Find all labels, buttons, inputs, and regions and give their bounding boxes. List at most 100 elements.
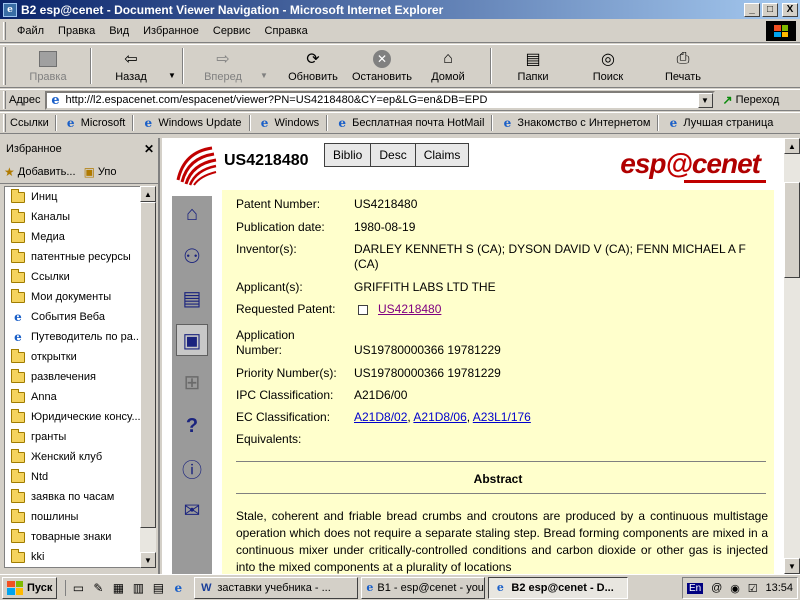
- abstract-title: Abstract: [473, 472, 523, 486]
- favorites-item[interactable]: заявка по часам: [5, 487, 143, 507]
- help-icon[interactable]: ?: [176, 410, 208, 442]
- refresh-button[interactable]: ⟳ Обновить: [282, 46, 344, 86]
- scroll-down-icon[interactable]: ▼: [140, 552, 156, 568]
- favorites-item[interactable]: пошлины: [5, 507, 143, 527]
- menu-help[interactable]: Справка: [258, 25, 315, 37]
- favorites-item[interactable]: Каналы: [5, 207, 143, 227]
- favorites-item[interactable]: патентные ресурсы: [5, 247, 143, 267]
- favorites-item[interactable]: товарные знаки: [5, 527, 143, 547]
- minimize-button[interactable]: _: [744, 2, 760, 17]
- favorites-item[interactable]: открытки: [5, 347, 143, 367]
- title-bar[interactable]: e B2 esp@cenet - Document Viewer Navigat…: [0, 0, 800, 19]
- favorites-item[interactable]: развлечения: [5, 367, 143, 387]
- search-icon: ◎: [601, 51, 615, 68]
- menu-favorites[interactable]: Избранное: [136, 25, 206, 37]
- linksbar-grip[interactable]: [3, 114, 6, 132]
- close-button[interactable]: X: [782, 2, 798, 17]
- content-scrollbar[interactable]: ▲ ▼: [784, 138, 800, 574]
- language-indicator[interactable]: En: [687, 582, 704, 594]
- address-dropdown-icon[interactable]: ▼: [697, 92, 713, 108]
- start-button[interactable]: Пуск: [2, 576, 58, 599]
- tray-icon[interactable]: ◉: [730, 582, 740, 595]
- outlook-icon[interactable]: ✎: [90, 580, 106, 596]
- desktop-icon[interactable]: ▭: [70, 580, 86, 596]
- app-icon[interactable]: ▥: [130, 580, 146, 596]
- menu-view[interactable]: Вид: [102, 25, 136, 37]
- go-button[interactable]: ↗ Переход: [723, 93, 780, 107]
- link-hotmail[interactable]: e Бесплатная почта HotMail: [330, 116, 489, 130]
- tab-claims[interactable]: Claims: [414, 143, 470, 167]
- link-internet-intro[interactable]: e Знакомство с Интернетом: [495, 116, 655, 130]
- document-icon[interactable]: ▤: [176, 282, 208, 314]
- app-icon[interactable]: ▤: [150, 580, 166, 596]
- ie-icon[interactable]: e: [170, 580, 186, 596]
- address-input[interactable]: e http://l2.espacenet.com/espacenet/view…: [44, 90, 715, 110]
- search-button[interactable]: ◎ Поиск: [570, 46, 646, 86]
- favorites-item[interactable]: Юридические консу...: [5, 407, 143, 427]
- forward-button[interactable]: ⇨ Вперед: [188, 46, 258, 86]
- back-button[interactable]: ⇦ Назад: [96, 46, 166, 86]
- stop-button[interactable]: ✕ Остановить: [344, 46, 420, 86]
- requested-patent-checkbox[interactable]: [358, 304, 368, 315]
- favorites-item[interactable]: Женский клуб: [5, 447, 143, 467]
- scroll-up-icon[interactable]: ▲: [784, 138, 800, 154]
- add-favorite-button[interactable]: ★ Добавить...: [4, 165, 76, 179]
- taskbar: Пуск ▭ ✎ ▦ ▥ ▤ e W заставки учебника - .…: [0, 574, 800, 600]
- favorites-item[interactable]: Anna: [5, 387, 143, 407]
- scroll-up-icon[interactable]: ▲: [140, 186, 156, 202]
- favorites-item[interactable]: гранты: [5, 427, 143, 447]
- tray-icon[interactable]: @: [711, 582, 722, 594]
- favorites-item[interactable]: Ntd: [5, 467, 143, 487]
- favorites-item[interactable]: Медиа: [5, 227, 143, 247]
- scroll-down-icon[interactable]: ▼: [784, 558, 800, 574]
- mail-icon[interactable]: ✉: [176, 494, 208, 526]
- home-button[interactable]: ⌂ Домой: [420, 46, 476, 86]
- favorites-item[interactable]: e Путеводитель по ра...: [5, 327, 143, 347]
- forward-dropdown-icon[interactable]: ▼: [258, 71, 270, 80]
- link-best-page[interactable]: e Лучшая страница: [661, 116, 778, 130]
- tab-desc[interactable]: Desc: [370, 143, 415, 167]
- back-dropdown-icon[interactable]: ▼: [166, 71, 178, 80]
- menu-file[interactable]: Файл: [10, 25, 51, 37]
- print-button[interactable]: ⎙ Печать: [646, 46, 720, 86]
- tray-icon[interactable]: ☑: [748, 582, 758, 595]
- task-button[interactable]: W заставки учебника - ...: [194, 576, 359, 599]
- window-title: B2 esp@cenet - Document Viewer Navigatio…: [21, 2, 444, 17]
- maximize-button[interactable]: □: [762, 2, 778, 17]
- save-document-icon[interactable]: ▣: [176, 324, 208, 356]
- toolbar-grip[interactable]: [3, 47, 6, 85]
- ec-link[interactable]: A23L1/176: [473, 410, 531, 424]
- requested-patent-link[interactable]: US4218480: [378, 302, 441, 316]
- menubar-grip[interactable]: [3, 21, 6, 40]
- link-ie-icon: e: [66, 116, 75, 130]
- organize-favorites-button[interactable]: ▣ Упо: [84, 165, 117, 179]
- favorites-item[interactable]: Иниц: [5, 187, 143, 207]
- favorites-item[interactable]: Мои документы: [5, 287, 143, 307]
- task-button-active[interactable]: e B2 esp@cenet - D...: [488, 576, 629, 599]
- favorites-item[interactable]: kki: [5, 547, 143, 567]
- divider: [236, 461, 766, 462]
- favorites-scrollbar[interactable]: ▲ ▼: [140, 186, 156, 568]
- home-icon[interactable]: ⌂: [176, 198, 208, 230]
- ec-link[interactable]: A21D8/02: [354, 410, 407, 424]
- favorites-scroll-thumb[interactable]: [140, 202, 156, 528]
- link-windows-update[interactable]: e Windows Update: [136, 116, 246, 130]
- favorites-item[interactable]: e События Веба: [5, 307, 143, 327]
- addressbar-grip[interactable]: [3, 91, 6, 109]
- info-icon[interactable]: ⓘ: [176, 452, 208, 484]
- folders-button[interactable]: ▤ Папки: [496, 46, 570, 86]
- binoculars-icon[interactable]: ⚇: [176, 240, 208, 272]
- link-microsoft[interactable]: e Microsoft: [59, 116, 131, 130]
- tab-biblio[interactable]: Biblio: [324, 143, 371, 167]
- task-button[interactable]: e B1 - esp@cenet - your ...: [361, 576, 486, 599]
- favorites-item[interactable]: Ссылки: [5, 267, 143, 287]
- menu-edit[interactable]: Правка: [51, 25, 102, 37]
- favorites-close-icon[interactable]: ✕: [144, 142, 154, 156]
- link-windows[interactable]: e Windows: [253, 116, 325, 130]
- content-scroll-thumb[interactable]: [784, 182, 800, 278]
- menu-tools[interactable]: Сервис: [206, 25, 258, 37]
- cart-icon[interactable]: ⊞: [176, 366, 208, 398]
- edit-button[interactable]: Правка: [10, 46, 86, 86]
- app-icon[interactable]: ▦: [110, 580, 126, 596]
- ec-link[interactable]: A21D8/06: [413, 410, 466, 424]
